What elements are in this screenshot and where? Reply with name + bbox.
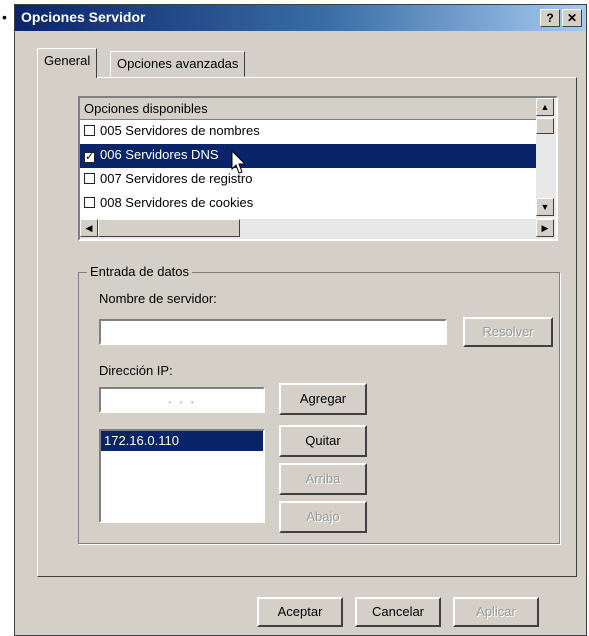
option-checkbox[interactable] [84, 197, 95, 208]
ip-address-label: Dirección IP: [99, 363, 173, 378]
option-label: 006 Servidores DNS [100, 147, 219, 162]
close-button[interactable]: ✕ [562, 9, 582, 27]
horizontal-scrollbar[interactable]: ◀ ▶ [80, 219, 556, 239]
add-button[interactable]: Agregar [279, 383, 367, 415]
help-button[interactable]: ? [540, 9, 560, 27]
tab-advanced-options[interactable]: Opciones avanzadas [110, 51, 246, 77]
tab-general[interactable]: General [37, 48, 98, 78]
option-checkbox[interactable] [84, 125, 95, 136]
accept-button[interactable]: Aceptar [257, 597, 343, 627]
bullet-marker: • [2, 9, 7, 25]
move-down-button[interactable]: Abajo [279, 501, 367, 533]
ip-address-list[interactable]: 172.16.0.110 [99, 429, 265, 523]
group-label: Entrada de datos [87, 264, 193, 279]
list-item[interactable]: 005 Servidores de nombres [80, 120, 554, 144]
window-title: Opciones Servidor [21, 9, 146, 25]
list-item[interactable]: 008 Servidores de cookies [80, 192, 554, 216]
scroll-down-arrow-icon[interactable]: ▼ [536, 198, 554, 216]
vertical-scroll-thumb[interactable] [536, 118, 554, 134]
scroll-right-arrow-icon[interactable]: ▶ [536, 219, 554, 237]
option-label: 008 Servidores de cookies [100, 195, 254, 210]
ip-list-item-selected[interactable]: 172.16.0.110 [101, 431, 263, 451]
list-item-selected[interactable]: ✓ 006 Servidores DNS [80, 144, 554, 168]
title-bar[interactable]: Opciones Servidor ? ✕ [15, 5, 586, 31]
close-icon: ✕ [566, 11, 578, 25]
option-label: 007 Servidores de registro [100, 171, 253, 186]
option-checkbox[interactable] [84, 173, 95, 184]
general-tab-panel: Opciones disponibles 005 Servidores de n… [37, 77, 577, 577]
option-checkbox-checked[interactable]: ✓ [84, 152, 95, 163]
ip-address-input[interactable]: . . . [99, 387, 265, 413]
scroll-left-arrow-icon[interactable]: ◀ [80, 219, 98, 237]
cancel-button[interactable]: Cancelar [355, 597, 441, 627]
list-item[interactable]: 007 Servidores de registro [80, 168, 554, 192]
move-up-button[interactable]: Arriba [279, 463, 367, 495]
resolve-button[interactable]: Resolver [463, 317, 553, 347]
horizontal-scroll-thumb[interactable] [98, 219, 240, 237]
scroll-up-arrow-icon[interactable]: ▲ [536, 98, 554, 116]
vertical-scrollbar[interactable]: ▲ ▼ [536, 98, 556, 218]
available-options-list[interactable]: Opciones disponibles 005 Servidores de n… [78, 96, 558, 241]
data-entry-group: Entrada de datos Nombre de servidor: Res… [78, 264, 560, 544]
server-name-input[interactable] [99, 319, 447, 345]
server-name-label: Nombre de servidor: [99, 291, 217, 306]
list-header: Opciones disponibles [80, 98, 554, 120]
options-dialog: Opciones Servidor ? ✕ General Opciones a… [14, 4, 587, 636]
mouse-pointer-icon [231, 150, 247, 174]
option-label: 005 Servidores de nombres [100, 123, 260, 138]
remove-button[interactable]: Quitar [279, 425, 367, 457]
apply-button[interactable]: Aplicar [453, 597, 539, 627]
